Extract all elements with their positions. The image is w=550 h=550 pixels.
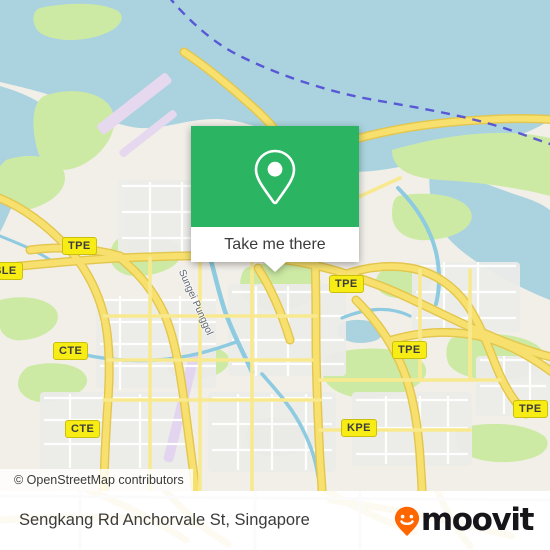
map-attribution[interactable]: © OpenStreetMap contributors [0,469,193,491]
highway-shield: TPE [392,341,427,359]
moovit-pin-icon [394,506,419,536]
page-footer: Sengkang Rd Anchorvale St, Singapore moo… [0,491,550,550]
footer-content: Sengkang Rd Anchorvale St, Singapore moo… [0,491,550,550]
take-me-there-label: Take me there [224,235,326,253]
highway-shield: KPE [341,419,377,437]
moovit-logo[interactable]: moovit [394,502,535,538]
location-popup-card[interactable]: Take me there [191,126,359,272]
moovit-station-map-page: SLE TPE TPE TPE TPE CTE CTE KPE Sungei P… [0,0,550,550]
highway-shield: CTE [65,420,101,438]
attribution-text: © OpenStreetMap contributors [14,473,184,487]
highway-shield: CTE [53,342,89,360]
highway-shield: SLE [0,262,23,280]
map-pin-icon [254,149,296,204]
popup-action-bar[interactable]: Take me there [191,227,359,262]
popup-hero [191,126,359,227]
highway-shield: TPE [329,275,364,293]
map-canvas[interactable]: SLE TPE TPE TPE TPE CTE CTE KPE Sungei P… [0,0,550,491]
moovit-wordmark: moovit [420,502,535,538]
highway-shield: TPE [513,400,548,418]
highway-shield: TPE [62,237,97,255]
popup-pointer [264,262,286,272]
page-title: Sengkang Rd Anchorvale St, Singapore [19,511,310,529]
